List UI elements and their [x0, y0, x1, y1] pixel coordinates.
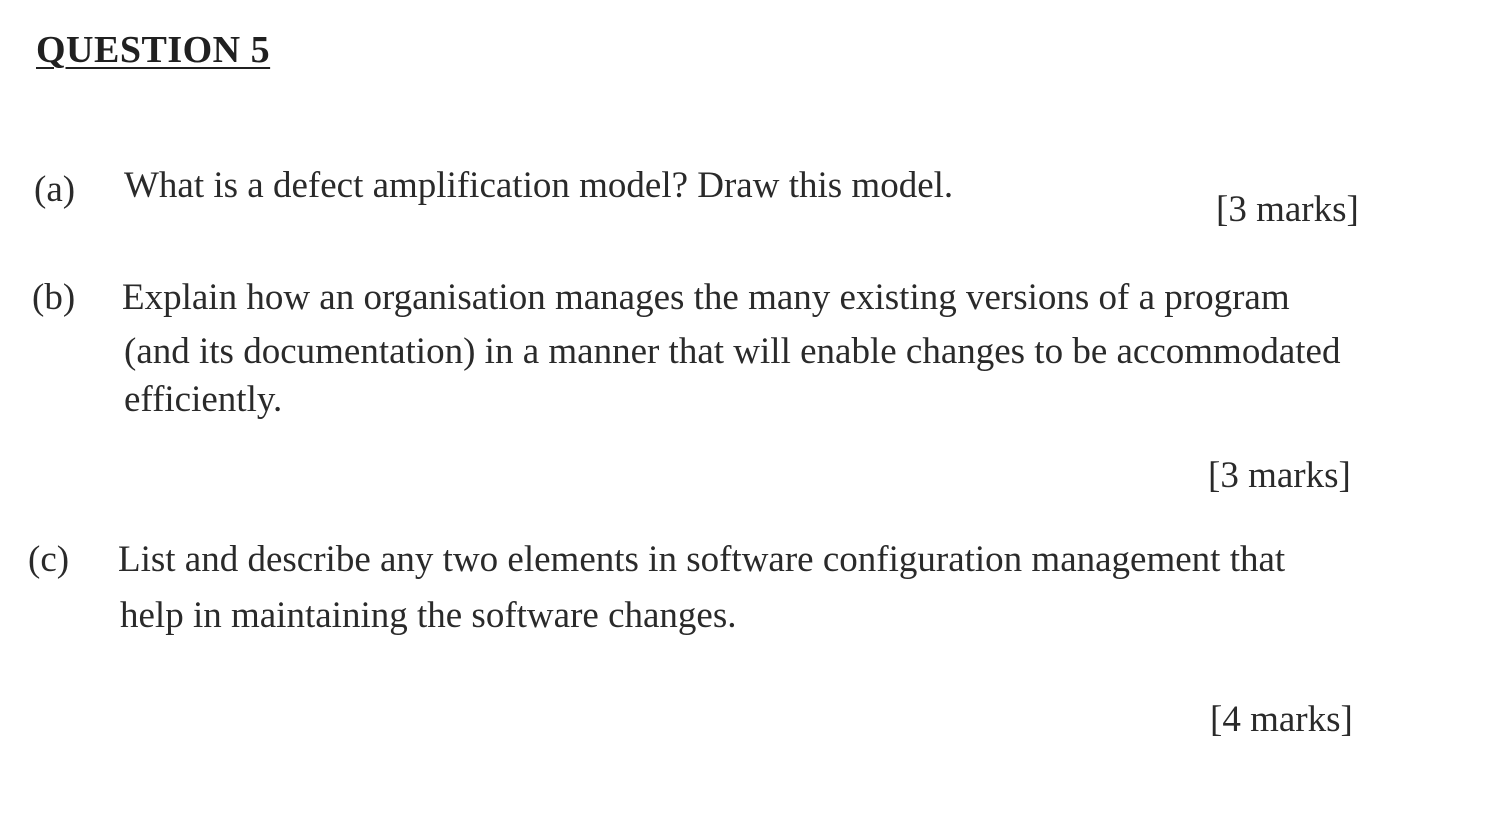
part-c-line-1: List and describe any two elements in so… — [118, 539, 1286, 580]
part-b-label: (b) — [32, 277, 76, 318]
part-b-line-3: efficiently. — [124, 379, 283, 420]
part-b-line-2: (and its documentation) in a manner that… — [124, 331, 1341, 372]
part-c-line-2: help in maintaining the software changes… — [120, 595, 737, 636]
part-a-text: What is a defect amplification model? Dr… — [124, 165, 954, 206]
question-heading: QUESTION 5 — [36, 29, 271, 71]
part-c-label: (c) — [28, 539, 70, 580]
exam-page: QUESTION 5 (a) What is a defect amplific… — [0, 0, 1502, 816]
part-b-marks: [3 marks] — [1208, 455, 1351, 496]
part-a-marks: [3 marks] — [1216, 189, 1359, 230]
part-b-line-1: Explain how an organisation manages the … — [122, 277, 1290, 318]
part-c-marks: [4 marks] — [1210, 699, 1353, 740]
part-a-label: (a) — [34, 169, 76, 210]
